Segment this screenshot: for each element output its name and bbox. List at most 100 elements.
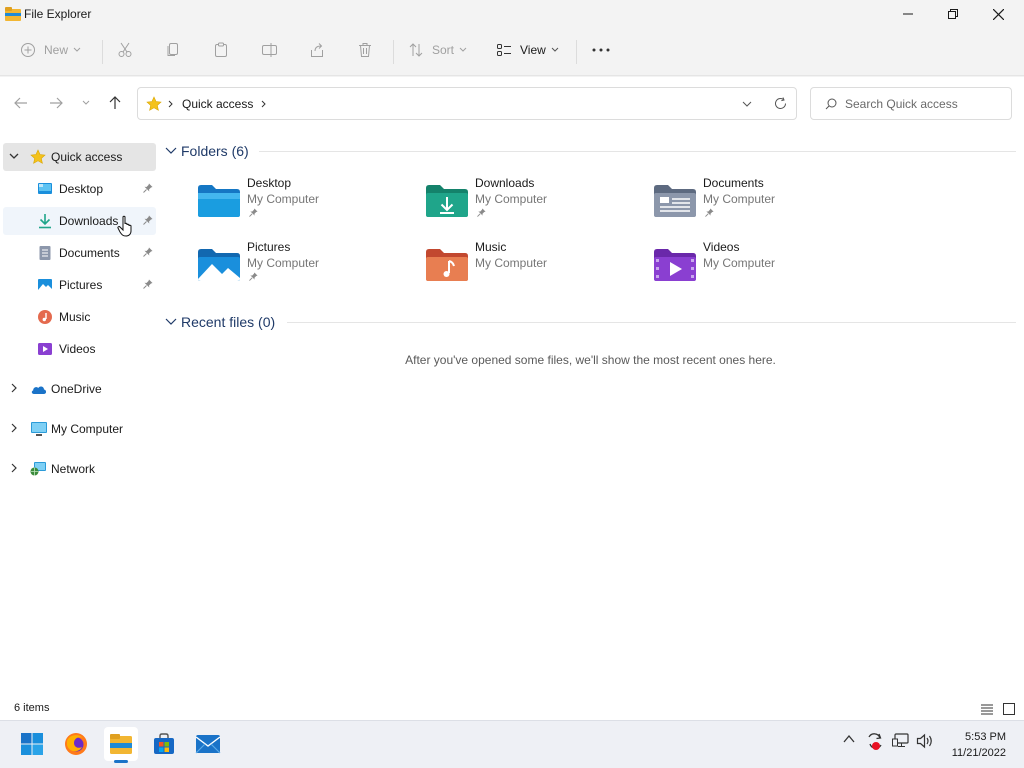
chevron-right-icon[interactable] (9, 383, 19, 393)
folders-section-header[interactable]: Folders (6) (165, 143, 249, 159)
up-button[interactable] (103, 91, 127, 115)
sidebar-item-desktop[interactable]: Desktop (3, 175, 156, 203)
pin-icon[interactable] (143, 215, 153, 225)
address-row: Quick access (0, 77, 1024, 131)
store-icon (154, 733, 174, 754)
search-input[interactable] (845, 96, 995, 111)
taskbar-clock[interactable]: 5:53 PM 11/21/2022 (952, 729, 1006, 761)
folder-location: My Computer (475, 192, 548, 206)
chevron-down-icon[interactable] (742, 101, 752, 107)
sidebar-item-quick-access[interactable]: Quick access (3, 143, 156, 171)
view-list-icon (497, 44, 511, 56)
scissors-icon (118, 42, 132, 57)
pin-icon (477, 208, 486, 217)
chevron-right-icon (262, 100, 267, 107)
more-options-button[interactable] (592, 36, 610, 64)
hand-cursor-icon (117, 215, 132, 237)
firefox-icon (65, 733, 87, 755)
chevron-down-icon (73, 47, 81, 52)
address-bar[interactable]: Quick access (137, 87, 797, 120)
close-button[interactable] (975, 0, 1021, 28)
details-view-icon[interactable] (981, 703, 993, 715)
taskbar-mail[interactable] (191, 727, 225, 761)
sidebar-item-onedrive[interactable]: OneDrive (3, 375, 156, 403)
paste-button[interactable] (213, 36, 229, 64)
item-count: 6 items (14, 702, 50, 714)
forward-button[interactable] (44, 91, 68, 115)
taskbar: 5:53 PM 11/21/2022 (0, 720, 1024, 768)
sidebar-item-label: Network (51, 462, 96, 476)
back-button[interactable] (9, 91, 33, 115)
pin-icon[interactable] (143, 247, 153, 257)
folder-name: Downloads (475, 176, 535, 190)
chevron-down-icon[interactable] (9, 151, 19, 161)
cut-button[interactable] (117, 36, 133, 64)
copy-button[interactable] (165, 36, 181, 64)
network-status-icon[interactable] (892, 733, 910, 749)
more-icon (592, 48, 610, 52)
videos-folder-icon (654, 249, 696, 281)
copy-icon (167, 43, 178, 56)
folder-tile-music[interactable]: Music My Computer (425, 240, 645, 296)
view-label: View (520, 43, 546, 57)
volume-icon[interactable] (916, 733, 934, 749)
minimize-icon (903, 13, 913, 15)
sidebar-item-label: Videos (59, 342, 96, 356)
sync-icon[interactable] (865, 731, 885, 751)
search-icon (825, 98, 837, 109)
chevron-down-icon (165, 147, 177, 154)
chevron-down-icon (459, 47, 467, 52)
folder-tile-documents[interactable]: Documents My Computer (653, 176, 873, 232)
sort-button[interactable]: Sort (408, 36, 467, 64)
start-button[interactable] (15, 727, 49, 761)
pin-icon[interactable] (143, 279, 153, 289)
sidebar-item-videos[interactable]: Videos (3, 335, 156, 363)
taskbar-file-explorer[interactable] (104, 727, 138, 763)
restore-button[interactable] (930, 0, 976, 28)
chevron-down-icon (551, 47, 559, 52)
content-pane: Folders (6) Desktop My Computer Download… (157, 131, 1024, 698)
windows-logo-icon (21, 733, 43, 755)
chevron-right-icon[interactable] (9, 463, 19, 473)
chevron-right-icon[interactable] (9, 423, 19, 433)
new-button[interactable]: New (20, 36, 81, 64)
recent-files-section-header[interactable]: Recent files (0) (165, 314, 275, 330)
recent-locations-button[interactable] (74, 91, 98, 115)
sidebar-item-downloads[interactable]: Downloads (3, 207, 156, 237)
folder-tile-videos[interactable]: Videos My Computer (653, 240, 873, 296)
folder-tile-desktop[interactable]: Desktop My Computer (197, 176, 417, 232)
sidebar-item-network[interactable]: Network (3, 455, 156, 483)
delete-button[interactable] (357, 36, 373, 64)
tiles-view-icon[interactable] (1003, 703, 1015, 715)
share-button[interactable] (309, 36, 325, 64)
clock-time: 5:53 PM (965, 731, 1006, 743)
toolbar-divider (102, 40, 103, 64)
arrow-right-icon (50, 97, 63, 109)
sidebar-item-pictures[interactable]: Pictures (3, 271, 156, 299)
folder-name: Videos (703, 240, 740, 254)
download-icon (39, 214, 51, 229)
taskbar-store[interactable] (147, 727, 181, 761)
refresh-icon[interactable] (774, 97, 787, 110)
folders-header-label: Folders (6) (181, 143, 249, 159)
taskbar-firefox[interactable] (59, 727, 93, 761)
star-icon (146, 95, 162, 111)
section-divider (287, 322, 1016, 323)
sidebar-item-label: Documents (59, 246, 120, 260)
folder-tile-pictures[interactable]: Pictures My Computer (197, 240, 417, 296)
view-button[interactable]: View (496, 36, 559, 64)
minimize-button[interactable] (885, 0, 931, 28)
sidebar-item-documents[interactable]: Documents (3, 239, 156, 267)
rename-button[interactable] (261, 36, 279, 64)
toolbar-divider (576, 40, 577, 64)
navigation-pane: Quick access Desktop Downloads Documents… (0, 131, 157, 698)
sidebar-item-my-computer[interactable]: My Computer (3, 415, 156, 443)
sidebar-item-music[interactable]: Music (3, 303, 156, 331)
search-box[interactable] (810, 87, 1012, 120)
pin-icon[interactable] (143, 183, 153, 193)
folder-location: My Computer (475, 256, 548, 270)
chevron-up-icon[interactable] (843, 735, 855, 743)
folder-tile-downloads[interactable]: Downloads My Computer (425, 176, 645, 232)
document-icon (39, 246, 51, 260)
breadcrumb-quick-access[interactable]: Quick access (182, 97, 253, 111)
